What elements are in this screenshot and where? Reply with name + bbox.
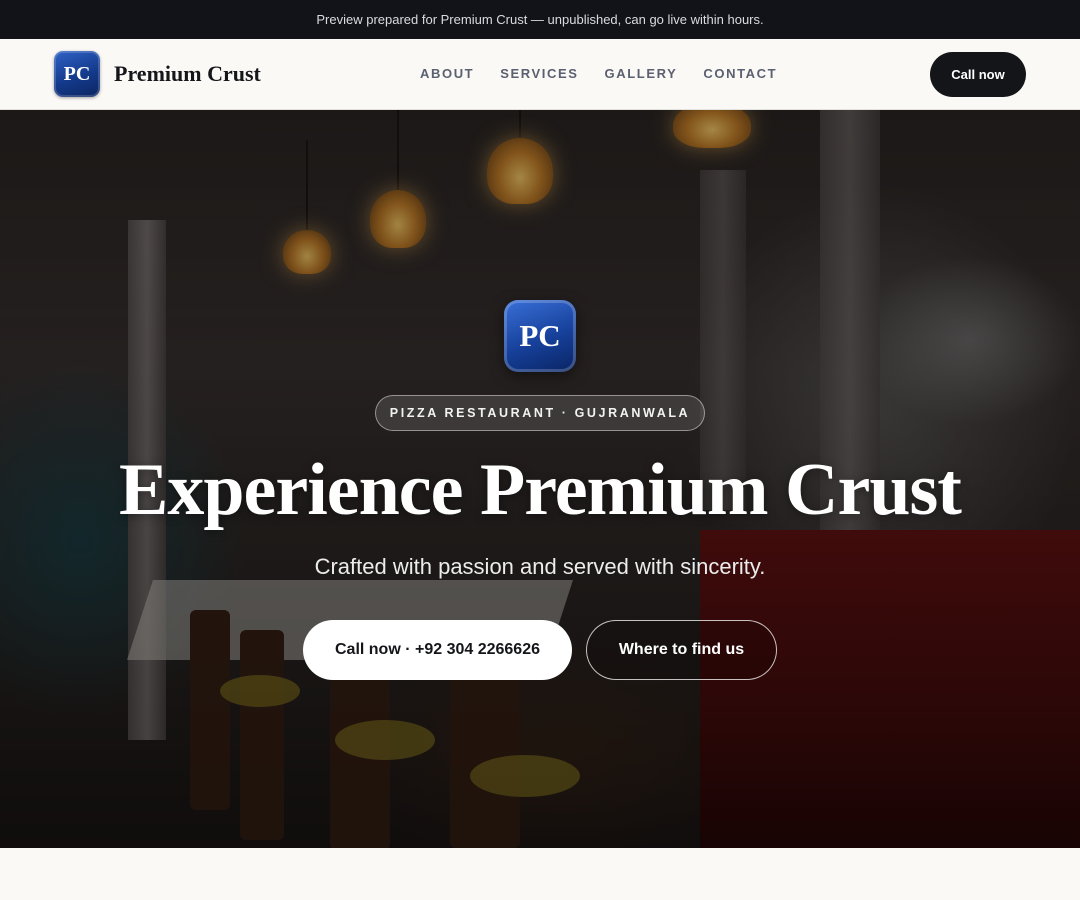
- announcement-text: Preview prepared for Premium Crust — unp…: [316, 12, 764, 27]
- nav-link-services[interactable]: SERVICES: [500, 66, 578, 81]
- hero-tagline: PIZZA RESTAURANT · GUJRANWALA: [375, 395, 705, 431]
- brand-name[interactable]: Premium Crust: [114, 61, 261, 87]
- hero-content: PC PIZZA RESTAURANT · GUJRANWALA Experie…: [0, 110, 1080, 848]
- header-call-button[interactable]: Call now: [930, 52, 1026, 97]
- hero-logo: PC: [504, 300, 576, 372]
- main-nav: ABOUT SERVICES GALLERY CONTACT: [420, 66, 777, 81]
- nav-link-contact[interactable]: CONTACT: [703, 66, 777, 81]
- announcement-bar: Preview prepared for Premium Crust — unp…: [0, 0, 1080, 39]
- nav-link-about[interactable]: ABOUT: [420, 66, 474, 81]
- brand-logo[interactable]: PC: [54, 51, 100, 97]
- find-us-button[interactable]: Where to find us: [586, 620, 777, 680]
- hero-section: PC PIZZA RESTAURANT · GUJRANWALA Experie…: [0, 110, 1080, 848]
- logo-initials: PC: [63, 62, 91, 85]
- hero-subtitle: Crafted with passion and served with sin…: [314, 554, 766, 579]
- call-now-button[interactable]: Call now · +92 304 2266626: [303, 620, 572, 680]
- hero-logo-initials: PC: [519, 318, 561, 353]
- hero-title: Experience Premium Crust: [119, 449, 962, 531]
- nav-link-gallery[interactable]: GALLERY: [605, 66, 678, 81]
- site-header: PC Premium Crust ABOUT SERVICES GALLERY …: [0, 39, 1080, 110]
